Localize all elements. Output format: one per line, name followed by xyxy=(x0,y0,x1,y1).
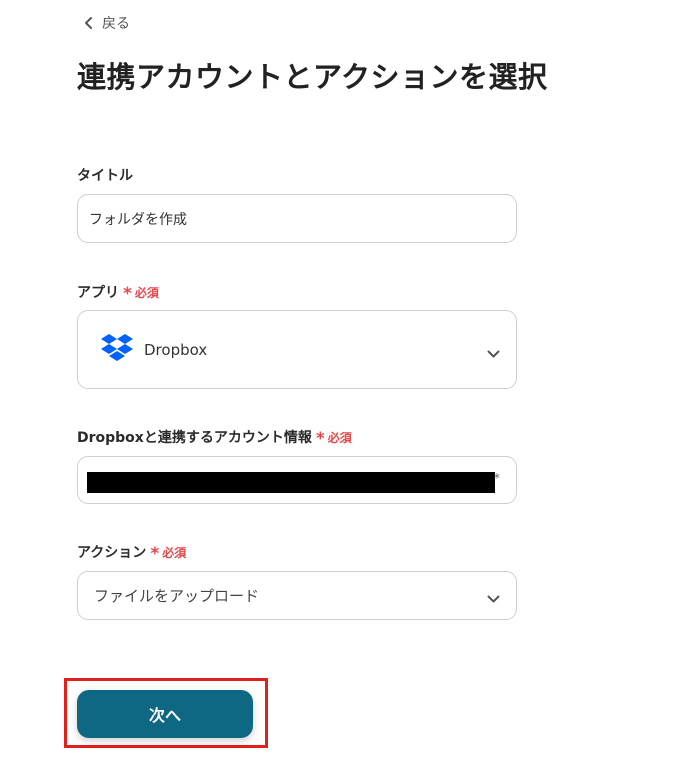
account-label-text: Dropboxと連携するアカウント情報 xyxy=(77,430,312,446)
required-badge: * 必須 xyxy=(123,283,159,304)
action-select-value: ファイルをアップロード xyxy=(94,587,260,605)
chevron-left-icon xyxy=(84,17,94,29)
back-label: 戻る xyxy=(102,16,130,32)
title-field-label: タイトル xyxy=(77,165,133,185)
dropbox-logo-icon xyxy=(100,333,134,367)
page-title: 連携アカウントとアクションを選択 xyxy=(77,60,548,94)
account-mask-char: * xyxy=(494,471,500,485)
title-input[interactable]: フォルダを作成 xyxy=(77,194,517,243)
required-asterisk-icon: * xyxy=(315,428,325,449)
required-asterisk-icon: * xyxy=(123,283,132,304)
next-button[interactable]: 次へ xyxy=(77,690,253,738)
app-field-label: アプリ * 必須 xyxy=(77,282,159,302)
required-text: 必須 xyxy=(162,545,187,560)
redacted-account-value xyxy=(87,472,495,493)
app-select-value: Dropbox xyxy=(144,340,208,359)
chevron-down-icon xyxy=(487,344,500,363)
required-badge: * 必須 xyxy=(315,428,352,449)
required-asterisk-icon: * xyxy=(150,543,160,564)
chevron-down-icon xyxy=(487,590,500,608)
title-input-value: フォルダを作成 xyxy=(89,211,187,228)
action-field-label: アクション * 必須 xyxy=(77,542,186,562)
required-text: 必須 xyxy=(134,285,159,300)
account-field-label: Dropboxと連携するアカウント情報 * 必須 xyxy=(77,427,352,447)
app-select[interactable]: Dropbox xyxy=(77,310,517,389)
required-badge: * 必須 xyxy=(150,543,187,564)
action-label-text: アクション xyxy=(77,545,147,561)
app-label-text: アプリ xyxy=(77,285,119,301)
account-select[interactable]: * xyxy=(77,456,517,504)
back-link[interactable]: 戻る xyxy=(84,13,130,33)
action-select[interactable]: ファイルをアップロード xyxy=(77,571,517,620)
title-label-text: タイトル xyxy=(77,168,133,184)
required-text: 必須 xyxy=(327,430,352,445)
